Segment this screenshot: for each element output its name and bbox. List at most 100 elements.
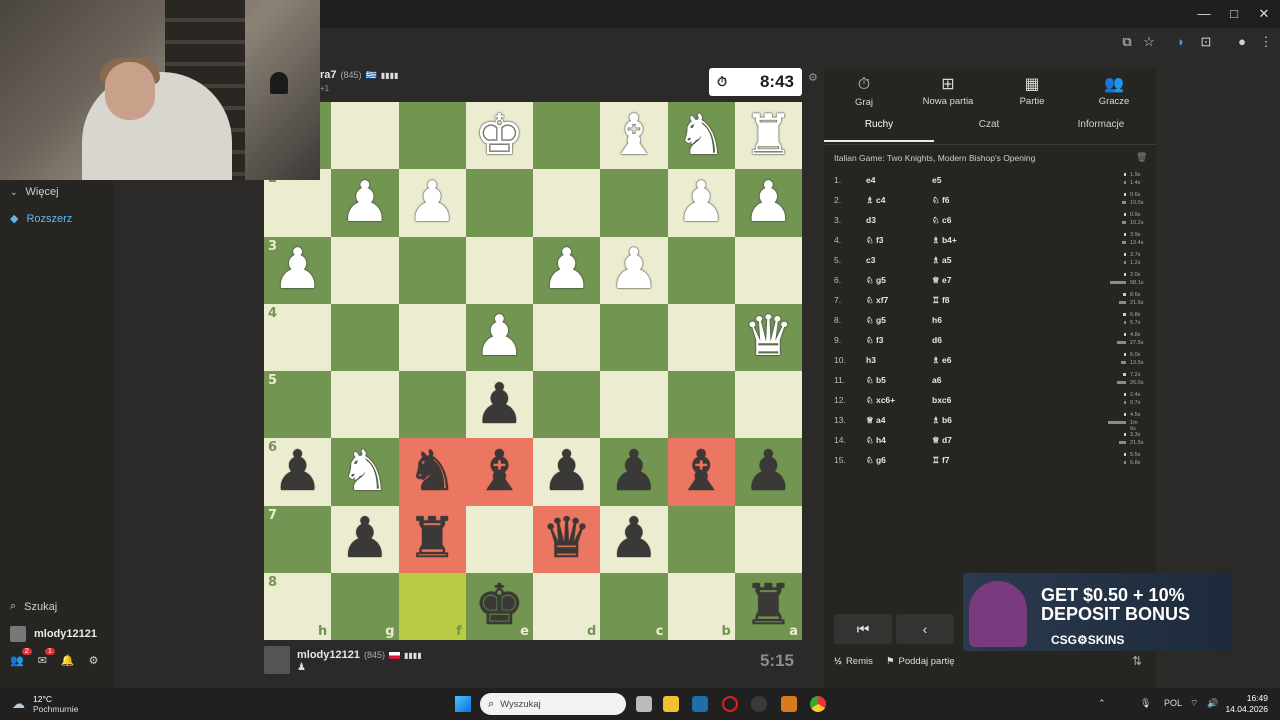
resign-button[interactable]: ⚑ Poddaj partię bbox=[886, 656, 955, 667]
white-move[interactable]: c3 bbox=[866, 255, 875, 265]
black-move[interactable]: ♗ b6 bbox=[932, 415, 952, 426]
black-move[interactable]: bxc6 bbox=[932, 395, 951, 405]
board-square[interactable]: ♞ bbox=[331, 438, 399, 506]
bell-icon[interactable]: 🔔 bbox=[61, 654, 75, 667]
black-move[interactable]: ♖ f7 bbox=[932, 455, 950, 466]
black-move[interactable]: ♕ d7 bbox=[932, 435, 952, 446]
white-pawn-icon[interactable]: ♟ bbox=[273, 242, 323, 298]
board-square[interactable] bbox=[331, 303, 399, 371]
player-name[interactable]: mlody12121 bbox=[297, 649, 360, 661]
board-square[interactable]: ♜ a bbox=[734, 572, 802, 640]
tab-info[interactable]: Informacje bbox=[1046, 119, 1156, 130]
board-square[interactable] bbox=[533, 169, 601, 237]
board-square[interactable]: ♛ bbox=[533, 505, 601, 573]
board-square[interactable]: ♟ bbox=[600, 236, 668, 304]
board-square[interactable] bbox=[734, 236, 802, 304]
steam-icon[interactable] bbox=[692, 696, 708, 712]
install-icon[interactable]: ⧉ bbox=[1118, 34, 1136, 50]
task-view-icon[interactable] bbox=[636, 696, 652, 712]
white-move[interactable]: ♘ h4 bbox=[866, 435, 886, 446]
chrome-icon[interactable] bbox=[810, 696, 826, 712]
white-pawn-icon[interactable]: ♟ bbox=[474, 309, 524, 365]
board-square[interactable]: 7 bbox=[264, 505, 332, 573]
windows-start-icon[interactable] bbox=[455, 696, 471, 712]
board-square[interactable] bbox=[533, 303, 601, 371]
board-square[interactable]: ♟ bbox=[533, 236, 601, 304]
white-pawn-icon[interactable]: ♟ bbox=[676, 174, 726, 231]
black-bishop-icon[interactable]: ♝ bbox=[676, 443, 726, 500]
black-move[interactable]: e5 bbox=[932, 175, 941, 185]
taskbar-lang[interactable]: POL bbox=[1164, 698, 1182, 708]
white-move[interactable]: ♘ g6 bbox=[866, 455, 886, 466]
white-pawn-icon[interactable]: ♟ bbox=[743, 174, 793, 231]
board-square[interactable]: ♟ bbox=[331, 169, 399, 237]
trash-icon[interactable]: 🗑 bbox=[1136, 152, 1147, 163]
board-square[interactable] bbox=[465, 505, 533, 573]
white-move[interactable]: ♘ f3 bbox=[866, 335, 884, 346]
black-knight-icon[interactable]: ♞ bbox=[407, 443, 457, 500]
board-square[interactable]: ♝ bbox=[667, 438, 735, 506]
board-square[interactable] bbox=[667, 236, 735, 304]
sidebar-item-more[interactable]: ⌄ Więcej bbox=[10, 186, 59, 198]
sidebar-profile[interactable]: mlody12121 bbox=[10, 626, 97, 642]
board-square[interactable]: f bbox=[398, 572, 466, 640]
board-square[interactable]: ♟ bbox=[734, 438, 802, 506]
black-pawn-icon[interactable]: ♟ bbox=[609, 511, 659, 567]
previous-move-button[interactable]: ‹ bbox=[896, 614, 954, 644]
white-rook-icon[interactable]: ♜ bbox=[743, 107, 793, 164]
white-move[interactable]: h3 bbox=[866, 355, 876, 365]
black-move[interactable]: h6 bbox=[932, 315, 942, 325]
white-queen-icon[interactable]: ♛ bbox=[743, 309, 793, 365]
black-pawn-icon[interactable]: ♟ bbox=[340, 511, 390, 567]
black-rook-icon[interactable]: ♜ bbox=[407, 511, 457, 567]
minimize-button[interactable]: — bbox=[1190, 4, 1218, 24]
black-move[interactable]: ♕ e7 bbox=[932, 275, 951, 286]
white-move[interactable]: e4 bbox=[866, 175, 875, 185]
board-square[interactable]: g bbox=[331, 572, 399, 640]
tab-moves[interactable]: Ruchy bbox=[824, 119, 934, 130]
extension-icon[interactable]: ◗ bbox=[1172, 34, 1190, 50]
menu-icon[interactable]: ⋮ bbox=[1257, 34, 1275, 50]
white-move[interactable]: ♘ xf7 bbox=[866, 295, 888, 306]
board-square[interactable]: ♟ 6 bbox=[264, 438, 332, 506]
board-square[interactable]: ♜ bbox=[734, 102, 802, 170]
black-move[interactable]: ♖ f8 bbox=[932, 295, 950, 306]
flip-board-icon[interactable]: ⇅ bbox=[1132, 654, 1142, 668]
white-pawn-icon[interactable]: ♟ bbox=[340, 174, 390, 231]
board-square[interactable]: c bbox=[600, 572, 668, 640]
white-knight-icon[interactable]: ♞ bbox=[676, 107, 726, 164]
maximize-button[interactable]: □ bbox=[1220, 4, 1248, 24]
board-square[interactable]: ♝ bbox=[465, 438, 533, 506]
app-icon[interactable] bbox=[781, 696, 797, 712]
board-square[interactable] bbox=[398, 371, 466, 439]
first-move-button[interactable]: ⏮ bbox=[834, 614, 892, 644]
white-pawn-icon[interactable]: ♟ bbox=[407, 174, 457, 231]
file-explorer-icon[interactable] bbox=[663, 696, 679, 712]
black-move[interactable]: ♗ a5 bbox=[932, 255, 951, 266]
board-square[interactable]: ♟ bbox=[734, 169, 802, 237]
black-queen-icon[interactable]: ♛ bbox=[542, 511, 592, 567]
board-square[interactable] bbox=[331, 371, 399, 439]
white-king-icon[interactable]: ♚ bbox=[474, 107, 524, 164]
board-square[interactable]: ♝ bbox=[600, 102, 668, 170]
board-square[interactable]: ♟ bbox=[667, 169, 735, 237]
board-square[interactable] bbox=[600, 169, 668, 237]
board-square[interactable]: 4 bbox=[264, 303, 332, 371]
board-square[interactable] bbox=[734, 505, 802, 573]
board-square[interactable]: d bbox=[533, 572, 601, 640]
board-square[interactable] bbox=[465, 169, 533, 237]
chevron-up-icon[interactable]: ⌃ bbox=[1098, 698, 1106, 709]
profile-icon[interactable]: ● bbox=[1233, 34, 1251, 50]
sidebar-search[interactable]: ⌕ Szukaj bbox=[10, 600, 57, 613]
settings-icon[interactable]: ⚙ bbox=[808, 71, 818, 84]
white-move[interactable]: ♕ a4 bbox=[866, 415, 885, 426]
tab-chat[interactable]: Czat bbox=[934, 119, 1044, 130]
close-window-button[interactable]: ✕ bbox=[1250, 4, 1278, 24]
taskbar-date[interactable]: 14.04.2026 bbox=[1218, 704, 1268, 714]
black-pawn-icon[interactable]: ♟ bbox=[743, 443, 793, 500]
opponent-name[interactable]: ra7 bbox=[320, 69, 337, 81]
board-square[interactable] bbox=[667, 371, 735, 439]
board-square[interactable]: ♟ bbox=[600, 505, 668, 573]
board-square[interactable]: ♜ bbox=[398, 505, 466, 573]
star-icon[interactable]: ☆ bbox=[1140, 34, 1158, 50]
